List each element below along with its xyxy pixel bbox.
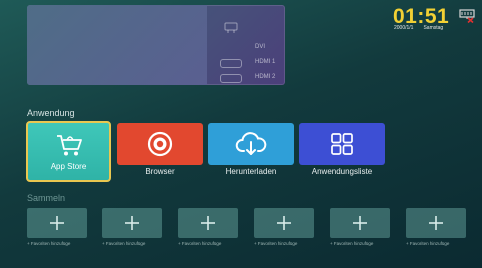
- app-tile-app-list[interactable]: [299, 123, 385, 165]
- plus-icon: [201, 216, 215, 230]
- grid-icon: [331, 133, 353, 155]
- app-tile-download[interactable]: [208, 123, 294, 165]
- cloud-download-icon: [235, 132, 267, 155]
- favorite-slot-label: + Favoriten hinzufüge: [102, 241, 146, 246]
- favorite-slot-1[interactable]: [27, 208, 87, 238]
- app-label-app-list: Anwendungsliste: [311, 167, 373, 176]
- plus-icon: [277, 216, 291, 230]
- section-title-apps: Anwendung: [27, 108, 75, 118]
- network-disconnected-icon[interactable]: [459, 9, 475, 23]
- favorite-slot-label: + Favoriten hinzufüge: [178, 241, 222, 246]
- browser-icon: [147, 131, 173, 157]
- app-tile-app-store[interactable]: App Store: [26, 121, 111, 182]
- clock-day: Samstag: [423, 25, 444, 31]
- favorite-slot-5[interactable]: [330, 208, 390, 238]
- favorite-slot-label: + Favoriten hinzufüge: [330, 241, 374, 246]
- hdmi-port-icon: [220, 59, 242, 68]
- plus-icon: [50, 216, 64, 230]
- port-label-hdmi1: HDMI 1: [255, 59, 276, 65]
- favorite-slot-6[interactable]: [406, 208, 466, 238]
- plus-icon: [429, 216, 443, 230]
- plug-icon: [224, 22, 238, 33]
- hdmi-port-icon: [220, 74, 242, 83]
- port-label-dvi: DVI: [255, 44, 266, 50]
- tv-preview-panel[interactable]: DVI HDMI 1 HDMI 2: [27, 5, 285, 85]
- favorite-slot-label: + Favoriten hinzufüge: [406, 241, 450, 246]
- favorite-slot-3[interactable]: [178, 208, 238, 238]
- favorite-slot-4[interactable]: [254, 208, 314, 238]
- app-tile-browser[interactable]: [117, 123, 203, 165]
- app-label-browser: Browser: [145, 167, 175, 176]
- clock-date: 2000/1/1: [394, 25, 414, 31]
- port-label-hdmi2: HDMI 2: [255, 74, 276, 80]
- favorite-slot-label: + Favoriten hinzufüge: [27, 241, 71, 246]
- cart-icon: [56, 135, 82, 156]
- clock-date-row: 2000/1/1 Samstag: [394, 25, 443, 31]
- plus-icon: [353, 216, 367, 230]
- favorite-slot-label: + Favoriten hinzufüge: [254, 241, 298, 246]
- app-label-app-store: App Store: [50, 162, 87, 171]
- section-title-favorites: Sammeln: [27, 193, 66, 203]
- favorite-slot-2[interactable]: [102, 208, 162, 238]
- app-label-download: Herunterladen: [225, 167, 277, 176]
- preview-image: [27, 5, 207, 85]
- plus-icon: [125, 216, 139, 230]
